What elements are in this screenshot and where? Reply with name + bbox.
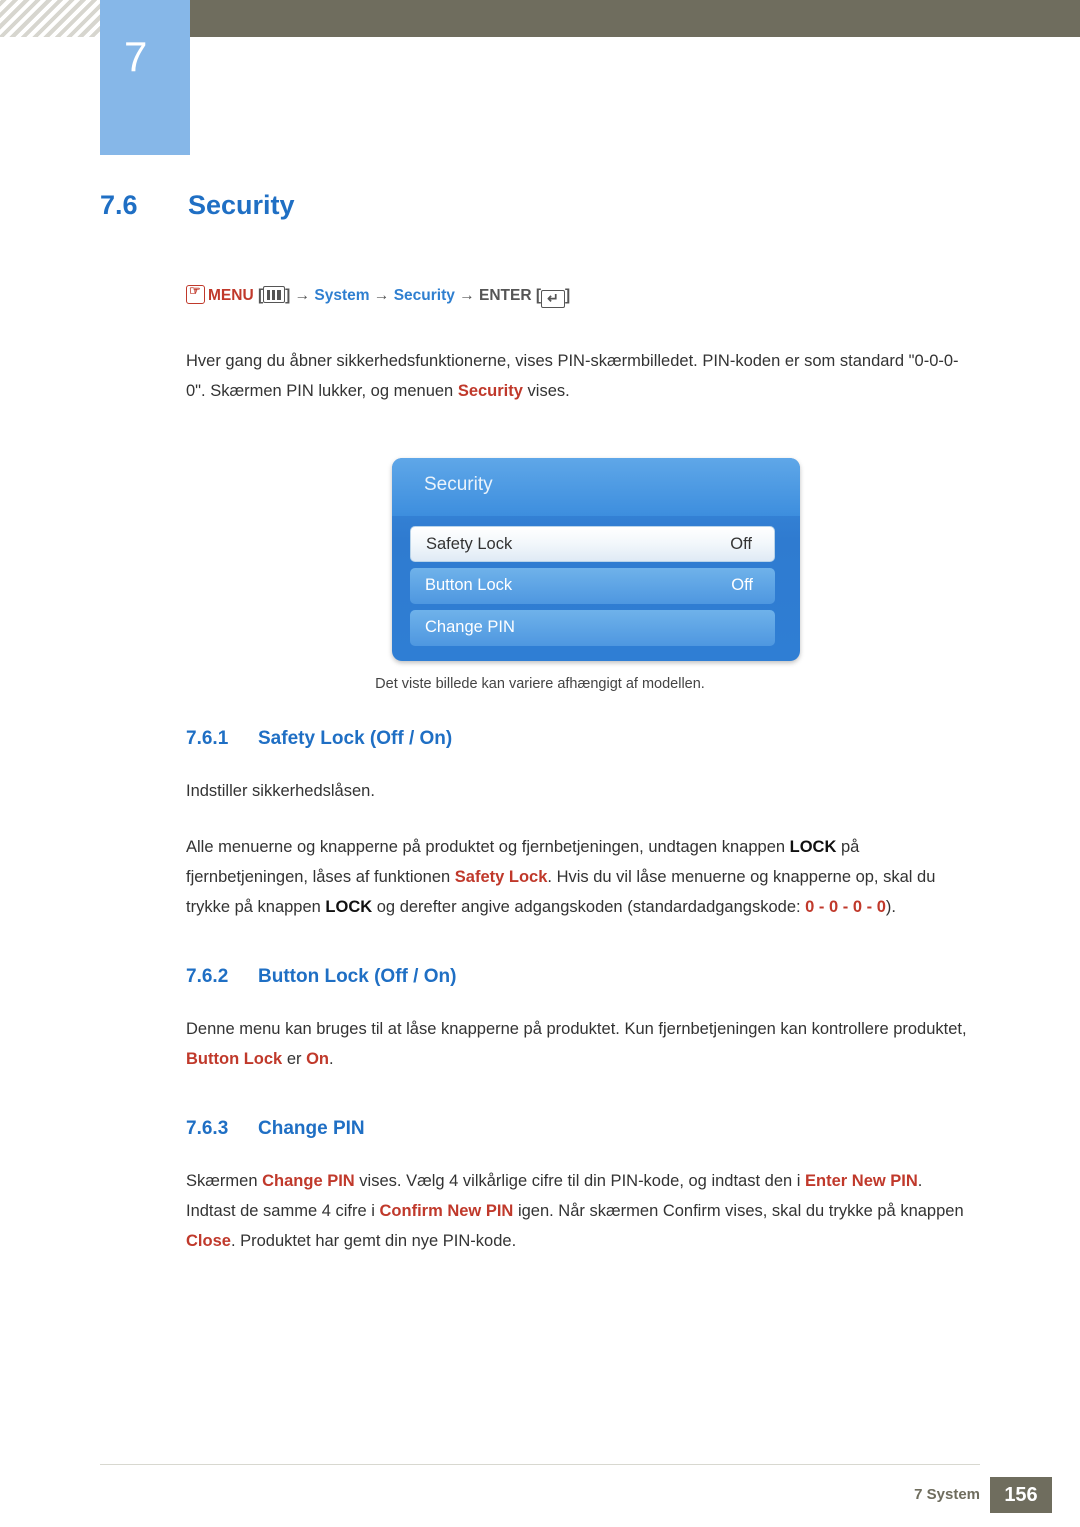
- subsection-number: 7.6.2: [186, 966, 229, 987]
- menu-path-arrow-1: →: [294, 287, 311, 304]
- menu-path-menu-label: MENU: [208, 287, 254, 304]
- menu-path-enter-label: ENTER: [479, 287, 532, 304]
- osd-security-menu: Security Safety Lock Off Button Lock Off…: [392, 458, 800, 661]
- osd-row-value: Off: [730, 535, 752, 553]
- hand-pointer-icon: [186, 283, 205, 304]
- sl-p2-part4: og derefter angive adgangskoden (standar…: [372, 898, 806, 916]
- sl-default-code: 0 - 0 - 0 - 0: [805, 898, 886, 916]
- osd-header: Security: [392, 458, 800, 516]
- cp-enter-new-pin-keyword: Enter New PIN: [805, 1172, 918, 1190]
- bl-button-lock-keyword: Button Lock: [186, 1050, 283, 1068]
- menu-path-bracket-close: ]: [285, 287, 291, 304]
- subsection-number: 7.6.1: [186, 728, 229, 749]
- osd-row-safety-lock[interactable]: Safety Lock Off: [410, 526, 775, 562]
- footer-chapter-label: 7 System: [914, 1486, 980, 1503]
- osd-row-value: Off: [731, 576, 753, 594]
- osd-row-button-lock[interactable]: Button Lock Off: [410, 568, 775, 604]
- button-lock-paragraph: Denne menu kan bruges til at låse knappe…: [186, 1014, 976, 1074]
- osd-row-label: Button Lock: [425, 576, 513, 594]
- osd-row-label: Change PIN: [425, 618, 515, 636]
- page-content: 7.6 Security MENU [] → System → Security …: [0, 190, 1080, 1256]
- subsection-heading-button-lock: 7.6.2 Button Lock (Off / On): [186, 966, 986, 988]
- subsection-title: Button Lock (Off / On): [258, 966, 457, 987]
- sl-p2-part5: ).: [885, 898, 896, 916]
- cp-part5: . Produktet har gemt din nye PIN-kode.: [230, 1232, 517, 1250]
- intro-line-1: Hver gang du åbner sikkerhedsfunktionern…: [186, 352, 944, 370]
- subsection-title: Change PIN: [258, 1118, 365, 1139]
- menu-path-item-security: Security: [393, 287, 455, 304]
- menu-path-bracket-close-2: ]: [565, 287, 571, 304]
- menu-path-arrow-2: →: [373, 287, 390, 304]
- osd-title: Security: [424, 474, 493, 495]
- cp-confirm-new-pin-keyword: Confirm New PIN: [379, 1202, 514, 1220]
- menu-path-arrow-3: →: [459, 287, 475, 304]
- osd-illustration-wrapper: Security Safety Lock Off Button Lock Off…: [0, 458, 1080, 692]
- osd-caption: Det viste billede kan variere afhængigt …: [375, 676, 705, 692]
- menu-path-item-system: System: [314, 287, 370, 304]
- sl-lock-keyword-1: LOCK: [789, 838, 837, 856]
- osd-row-change-pin[interactable]: Change PIN: [410, 610, 775, 646]
- intro-security-keyword: Security: [457, 382, 523, 400]
- cp-part4: igen. Når skærmen Confirm vises, skal du…: [513, 1202, 964, 1220]
- sl-lock-keyword-2: LOCK: [325, 898, 373, 916]
- bl-part2: er: [282, 1050, 307, 1068]
- osd-row-label: Safety Lock: [426, 535, 513, 553]
- page-footer: 7 System 156: [0, 1477, 1080, 1513]
- page-title: 7.6 Security: [100, 190, 960, 221]
- subsection-heading-safety-lock: 7.6.1 Safety Lock (Off / On): [186, 728, 986, 750]
- cp-part1: Skærmen: [186, 1172, 263, 1190]
- bl-part3: .: [329, 1050, 334, 1068]
- enter-key-icon: [541, 290, 566, 308]
- change-pin-paragraph: Skærmen Change PIN vises. Vælg 4 vilkårl…: [186, 1166, 976, 1256]
- cp-close-keyword: Close: [186, 1232, 231, 1250]
- cp-part2: vises. Vælg 4 vilkårlige cifre til din P…: [354, 1172, 806, 1190]
- chapter-number: 7: [124, 33, 148, 80]
- header-hatch-decoration: [0, 0, 100, 37]
- subsection-number: 7.6.3: [186, 1118, 229, 1139]
- subsection-title: Safety Lock (Off / On): [258, 728, 453, 749]
- cp-change-pin-keyword: Change PIN: [262, 1172, 355, 1190]
- safety-lock-paragraph-1: Indstiller sikkerhedslåsen.: [186, 782, 375, 800]
- subsection-heading-change-pin: 7.6.3 Change PIN: [186, 1118, 986, 1140]
- section-number: 7.6: [100, 190, 138, 220]
- intro-line-2c: vises.: [522, 382, 570, 400]
- menu-path: MENU [] → System → Security → ENTER []: [186, 283, 1080, 308]
- safety-lock-paragraph-2: Alle menuerne og knapperne på produktet …: [186, 832, 976, 922]
- bl-part1: Denne menu kan bruges til at låse knappe…: [186, 1020, 967, 1038]
- footer-page-number: 156: [990, 1477, 1052, 1513]
- sl-safety-lock-keyword: Safety Lock: [454, 868, 548, 886]
- footer-divider: [100, 1464, 980, 1465]
- chapter-tab: 7: [100, 0, 190, 155]
- bl-on-keyword: On: [306, 1050, 330, 1068]
- section-title-text: Security: [188, 190, 295, 220]
- intro-paragraph: Hver gang du åbner sikkerhedsfunktionern…: [186, 346, 976, 406]
- chapter-title: System: [232, 45, 340, 78]
- sl-p2-part1: Alle menuerne og knapperne på produktet …: [186, 838, 790, 856]
- menu-bars-icon: [263, 286, 286, 303]
